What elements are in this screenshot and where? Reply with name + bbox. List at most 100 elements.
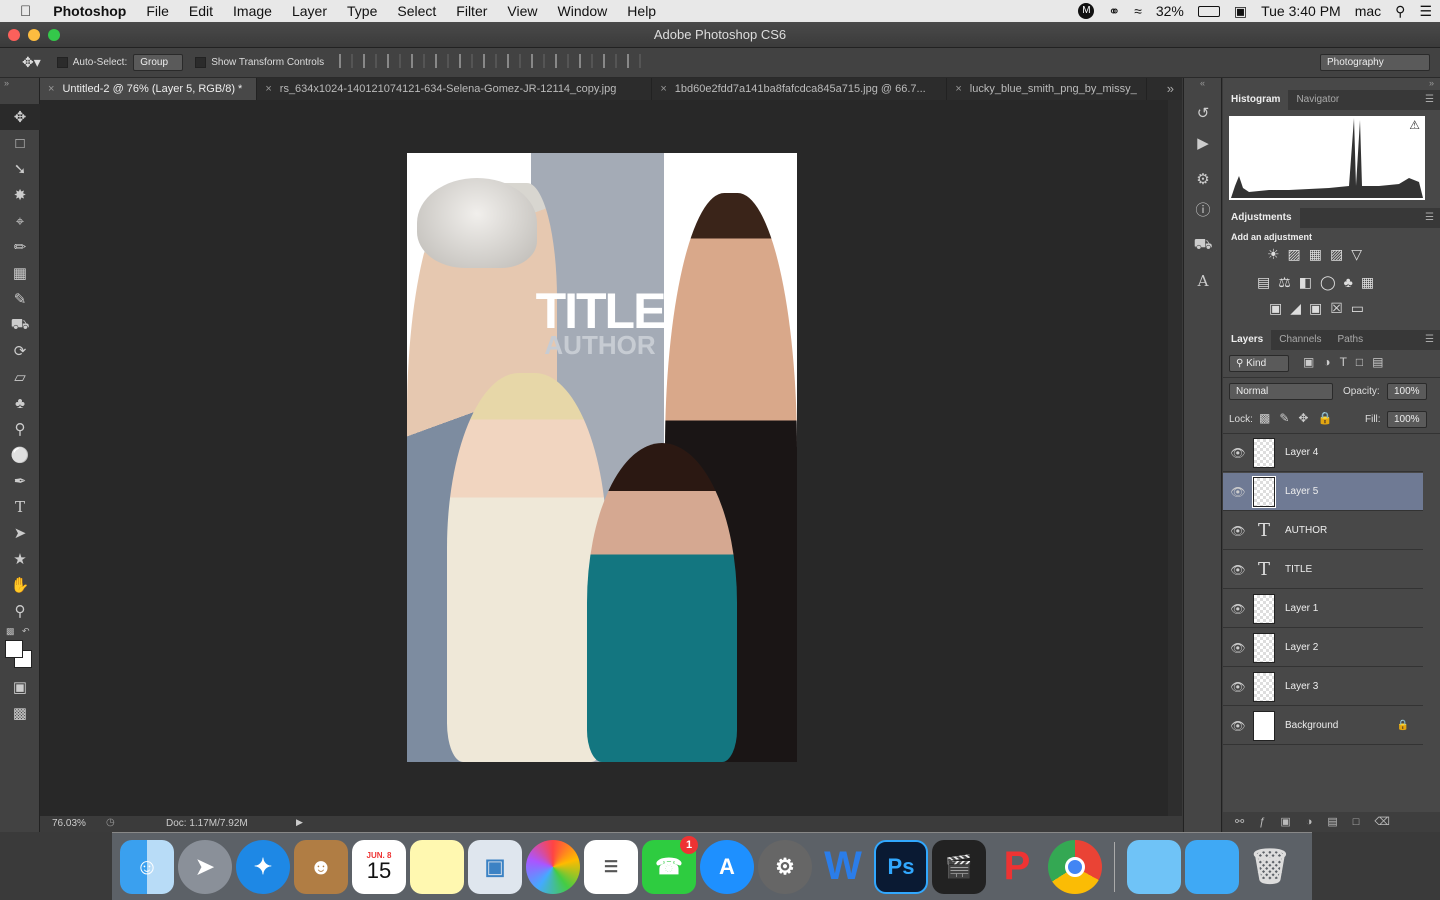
- visibility-eye-icon[interactable]: 👁: [1223, 524, 1253, 538]
- magic-wand-tool-icon[interactable]: ✸: [0, 182, 40, 208]
- quick-mask-icon[interactable]: ▣: [0, 674, 40, 700]
- lock-icons[interactable]: ▩✎✥🔒: [1259, 411, 1341, 425]
- close-tab-icon[interactable]: ×: [660, 83, 666, 95]
- menu-view[interactable]: View: [497, 0, 547, 22]
- clone-stamp-tool-icon[interactable]: ⛟: [0, 312, 40, 338]
- layers-menu-icon[interactable]: ☰: [1425, 330, 1434, 350]
- type-tool-icon[interactable]: T: [0, 494, 40, 520]
- word-icon[interactable]: W: [816, 840, 870, 894]
- app-store-icon[interactable]: A: [700, 839, 754, 894]
- layer-row-background[interactable]: 👁 Background 🔒: [1223, 707, 1423, 745]
- layer-row-layer-4[interactable]: 👁 Layer 4: [1223, 434, 1423, 472]
- layer-row-layer-5[interactable]: 👁 Layer 5: [1223, 473, 1423, 511]
- path-selection-tool-icon[interactable]: ➤: [0, 520, 40, 546]
- menu-app-name[interactable]: Photoshop: [43, 0, 136, 22]
- menu-layer[interactable]: Layer: [282, 0, 337, 22]
- menu-file[interactable]: File: [136, 0, 179, 22]
- close-tab-icon[interactable]: ×: [955, 83, 961, 95]
- tab-lucky-blue-smith[interactable]: × lucky_blue_smith_png_by_missy_: [947, 78, 1148, 100]
- menu-edit[interactable]: Edit: [179, 0, 223, 22]
- lasso-tool-icon[interactable]: ➘: [0, 156, 40, 182]
- visibility-eye-icon[interactable]: 👁: [1223, 446, 1253, 460]
- move-tool-preset-icon[interactable]: ✥▾: [22, 54, 41, 71]
- notes-icon[interactable]: [410, 839, 464, 894]
- photoshop-icon[interactable]: Ps: [874, 839, 928, 894]
- tab-selena-gomez[interactable]: × rs_634x1024-140121074121-634-Selena-Gom…: [257, 78, 653, 100]
- menu-window[interactable]: Window: [548, 0, 618, 22]
- wifi-icon[interactable]: ≈: [1134, 3, 1142, 19]
- zoom-window-icon[interactable]: [48, 29, 60, 41]
- layer-row-layer-2[interactable]: 👁 Layer 2: [1223, 629, 1423, 667]
- toolbar-collapse-icon[interactable]: »: [0, 78, 39, 104]
- status-menu-arrow-icon[interactable]: ▶: [296, 817, 303, 828]
- paint-bucket-tool-icon[interactable]: ♣: [0, 390, 40, 416]
- align-buttons[interactable]: [334, 54, 646, 71]
- display-icon[interactable]: ▣: [1234, 3, 1247, 20]
- document-canvas[interactable]: TITLE AUTHOR: [407, 153, 797, 762]
- layer-row-layer-3[interactable]: 👁 Layer 3: [1223, 668, 1423, 706]
- visibility-eye-icon[interactable]: 👁: [1223, 680, 1253, 694]
- pen-tool-icon[interactable]: ✒: [0, 468, 40, 494]
- battery-percent[interactable]: 32%: [1156, 3, 1184, 19]
- launchpad-icon[interactable]: ➤: [178, 839, 232, 894]
- layer-row-title[interactable]: 👁 T TITLE: [1223, 551, 1423, 589]
- tab-layers[interactable]: Layers: [1223, 330, 1272, 350]
- layers-panel-footer-icons[interactable]: ⚯ƒ▣◑▤□⌫: [1223, 812, 1440, 832]
- chrome-icon[interactable]: [1048, 839, 1102, 894]
- tab-paths[interactable]: Paths: [1330, 330, 1372, 350]
- eyedropper-tool-icon[interactable]: ✏: [0, 234, 40, 260]
- visibility-eye-icon[interactable]: 👁: [1223, 563, 1253, 577]
- shape-tool-icon[interactable]: ★: [0, 546, 40, 572]
- default-colors-icon[interactable]: ▩: [6, 626, 15, 637]
- move-tool-icon[interactable]: ✥: [0, 104, 40, 130]
- layer-filter-icons[interactable]: ▣◑T□▤: [1303, 355, 1393, 369]
- menu-type[interactable]: Type: [337, 0, 387, 22]
- opacity-field[interactable]: 100%: [1387, 383, 1427, 400]
- final-cut-icon[interactable]: 🎬: [932, 839, 986, 894]
- menu-filter[interactable]: Filter: [446, 0, 497, 22]
- adjustment-icons-row-1[interactable]: ☀▨▦▨▽: [1267, 246, 1370, 263]
- safari-icon[interactable]: ✦: [236, 839, 290, 894]
- visibility-eye-icon[interactable]: 👁: [1223, 485, 1253, 499]
- color-swatches[interactable]: ▩ ↶: [0, 624, 39, 674]
- zoom-level[interactable]: 76.03%: [52, 818, 86, 829]
- vertical-scrollbar[interactable]: [1168, 100, 1182, 816]
- calendar-icon[interactable]: JUN. 8 15: [352, 839, 406, 894]
- marquee-tool-icon[interactable]: □: [0, 130, 40, 156]
- swap-colors-icon[interactable]: ↶: [22, 626, 30, 637]
- screen-mode-icon[interactable]: ▩: [0, 700, 40, 726]
- info-panel-icon[interactable]: ⓘ: [1184, 194, 1222, 224]
- blur-tool-icon[interactable]: ⚪: [0, 442, 40, 468]
- panels-collapse-icon[interactable]: »: [1223, 78, 1440, 90]
- layer-row-author[interactable]: 👁 T AUTHOR: [1223, 512, 1423, 550]
- mini-collapse-icon[interactable]: «: [1184, 78, 1221, 98]
- close-tab-icon[interactable]: ×: [265, 83, 271, 95]
- adjustment-icons-row-3[interactable]: ▣◢▣☒▭: [1269, 300, 1372, 317]
- warning-icon[interactable]: ⚠: [1409, 118, 1420, 132]
- history-brush-tool-icon[interactable]: ⟳: [0, 338, 40, 364]
- kind-filter-dropdown[interactable]: ⚲ Kind: [1229, 355, 1289, 372]
- fill-field[interactable]: 100%: [1387, 411, 1427, 428]
- folder-icon[interactable]: [1127, 839, 1181, 894]
- healing-brush-tool-icon[interactable]: ▦: [0, 260, 40, 286]
- adjustments-menu-icon[interactable]: ☰: [1425, 208, 1434, 228]
- notification-center-icon[interactable]: ☰: [1419, 3, 1432, 20]
- properties-panel-icon[interactable]: ⚙: [1184, 164, 1222, 194]
- brush-tool-icon[interactable]: ✎: [0, 286, 40, 312]
- visibility-eye-icon[interactable]: 👁: [1223, 719, 1253, 733]
- foreground-color-swatch[interactable]: [5, 640, 23, 658]
- tab-adjustments[interactable]: Adjustments: [1223, 208, 1300, 228]
- downloads-folder-icon[interactable]: [1185, 839, 1239, 894]
- finder-icon[interactable]: ☺: [120, 839, 174, 894]
- spotlight-search-icon[interactable]: ⚲: [1395, 3, 1405, 20]
- tab-channels[interactable]: Channels: [1271, 330, 1329, 350]
- user-name[interactable]: mac: [1355, 3, 1381, 19]
- tab-untitled-2[interactable]: × Untitled-2 @ 76% (Layer 5, RGB/8) *: [40, 78, 258, 100]
- eraser-tool-icon[interactable]: ▱: [0, 364, 40, 390]
- hand-tool-icon[interactable]: ✋: [0, 572, 40, 598]
- preview-icon[interactable]: ▣: [468, 839, 522, 894]
- system-preferences-icon[interactable]: ⚙: [758, 839, 812, 894]
- visibility-eye-icon[interactable]: 👁: [1223, 641, 1253, 655]
- visibility-eye-icon[interactable]: 👁: [1223, 602, 1253, 616]
- transform-controls-checkbox[interactable]: [195, 56, 211, 68]
